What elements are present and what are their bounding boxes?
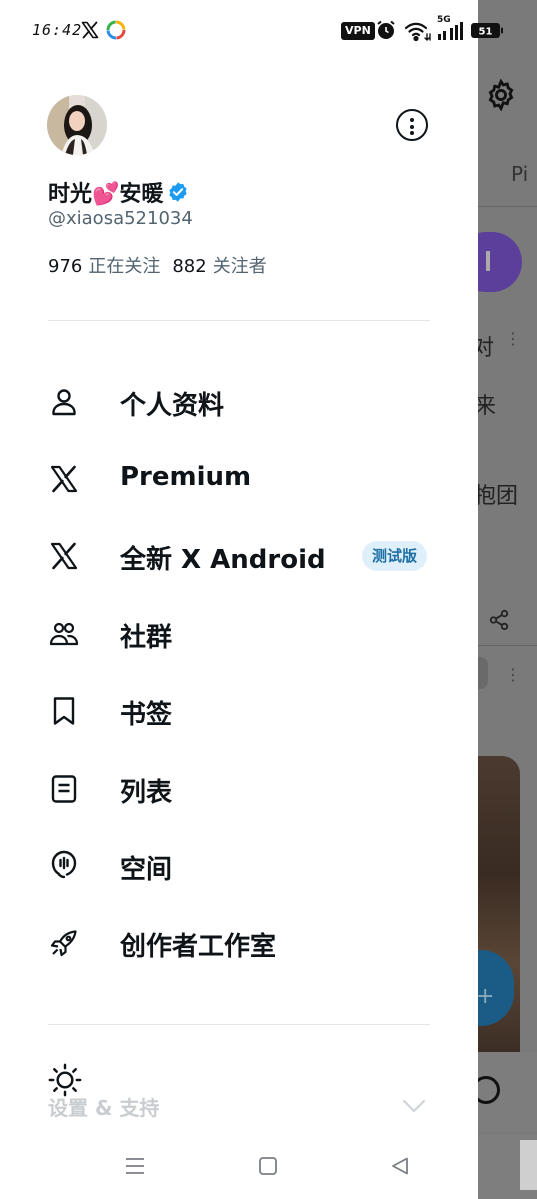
avatar-photo: [47, 95, 107, 155]
divider: [48, 1024, 430, 1025]
person-icon: [52, 389, 76, 416]
following-link[interactable]: 976 正在关注: [48, 252, 160, 278]
settings-and-support-label: 设置 & 支持: [48, 1096, 160, 1120]
menu-item-premium[interactable]: Premium: [0, 449, 478, 509]
x-logo-icon: [50, 542, 78, 570]
menu-item-lists[interactable]: 列表: [0, 759, 478, 819]
menu-item-label: Premium: [120, 462, 252, 492]
following-label: 正在关注: [88, 256, 161, 277]
settings-and-support-toggle[interactable]: 设置 & 支持: [0, 1060, 478, 1130]
home-square-icon[interactable]: [258, 1156, 278, 1176]
display-name: 时光💕安暖: [48, 182, 164, 207]
battery-icon: 51: [471, 23, 503, 38]
menu-item-profile[interactable]: 个人资料: [0, 372, 478, 432]
status-time: 16:42: [32, 21, 83, 39]
communities-icon: [49, 622, 79, 646]
navigation-drawer: 时光💕安暖 @xiaosa521034 976 正在关注 882 关注者 个人资料 …: [0, 0, 478, 1199]
wifi-icon: [404, 22, 431, 42]
following-count: 976: [48, 256, 83, 277]
followers-label: 关注者: [212, 256, 267, 277]
list-icon: [51, 775, 77, 803]
rocket-icon: [50, 930, 77, 957]
follow-stats: 976 正在关注 882 关注者: [48, 252, 267, 278]
spaces-icon: [51, 850, 77, 879]
menu-item-spaces[interactable]: 空间: [0, 836, 478, 896]
background-text-snippet: 抱团: [474, 484, 519, 509]
chevron-down-icon: [402, 1099, 426, 1113]
menu-item-label: 创作者工作室: [120, 932, 277, 962]
menu-item-new-x-android[interactable]: 全新 X Android 测试版: [0, 526, 478, 586]
menu-item-label: 空间: [120, 855, 173, 885]
menu-item-label: 个人资料: [120, 391, 225, 421]
svg-text:51: 51: [479, 27, 493, 38]
divider: [48, 320, 430, 321]
menu-item-label: 全新 X Android: [120, 545, 326, 575]
background-divider: [478, 206, 537, 207]
background-tab-label: Pi: [511, 162, 529, 186]
gear-icon: [488, 78, 514, 112]
account-options-button[interactable]: [396, 109, 428, 141]
more-dots-icon: ⋮: [505, 665, 521, 684]
back-triangle-icon[interactable]: [390, 1156, 410, 1176]
vpn-indicator: VPN: [341, 22, 375, 40]
beta-badge: 测试版: [362, 541, 428, 571]
recents-menu-icon[interactable]: [124, 1156, 146, 1176]
x-logo-icon: [81, 21, 99, 39]
menu-item-label: 社群: [120, 623, 173, 653]
profile-name-row[interactable]: 时光💕安暖: [48, 176, 189, 208]
avatar[interactable]: [47, 95, 107, 155]
menu-item-label: 列表: [120, 778, 173, 808]
share-icon: [489, 609, 509, 631]
followers-link[interactable]: 882 关注者: [172, 252, 266, 278]
background-chip: [478, 657, 488, 689]
background-divider: [478, 645, 537, 646]
menu-item-communities[interactable]: 社群: [0, 604, 478, 664]
system-navigation-bar: [0, 1134, 478, 1199]
menu-item-label: 书签: [120, 700, 173, 730]
bookmark-icon: [53, 697, 75, 725]
signal-strength-icon: [438, 22, 463, 40]
verified-badge-icon: [169, 182, 188, 202]
status-bar: 16:42 VPN 5G 51: [0, 0, 537, 62]
alarm-icon: [377, 20, 395, 39]
user-handle: @xiaosa521034: [48, 208, 193, 229]
more-dots-icon: ⋮: [505, 329, 521, 348]
background-nav-box: [520, 1140, 537, 1190]
menu-item-bookmarks[interactable]: 书签: [0, 681, 478, 741]
menu-item-creator-studio[interactable]: 创作者工作室: [0, 913, 478, 973]
x-logo-icon: [50, 465, 78, 493]
app-notification-icon: [106, 20, 126, 40]
followers-count: 882: [172, 256, 207, 277]
